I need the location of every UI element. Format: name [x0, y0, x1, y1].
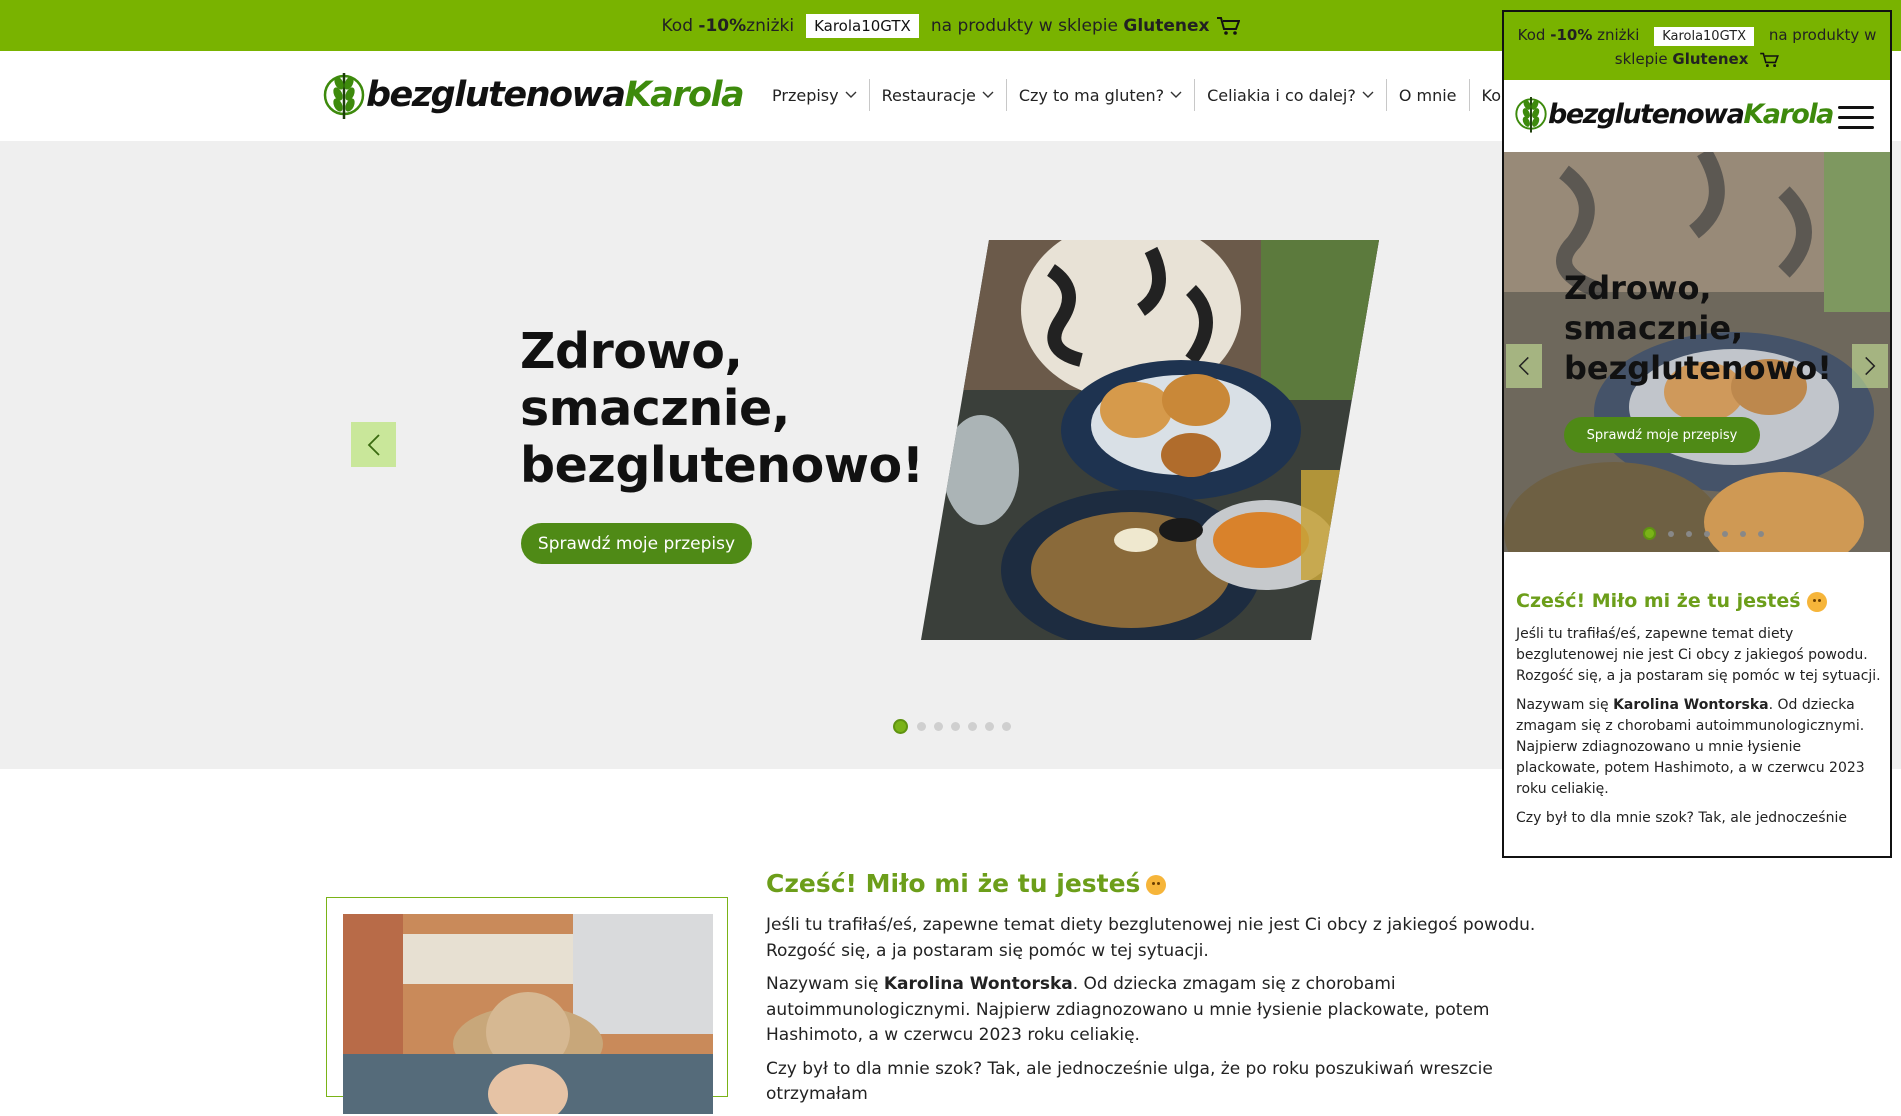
mobile-slider-next-button[interactable]	[1852, 344, 1888, 388]
promo-prefix: Kod	[661, 15, 694, 36]
slider-dot[interactable]	[893, 719, 908, 734]
nav-item-czy-to-ma-gluten[interactable]: Czy to ma gluten?	[1007, 79, 1196, 111]
logo-text: bezglutenowaKarola	[366, 75, 745, 115]
mobile-greeting-title-text: Cześć! Miło mi że tu jesteś	[1516, 590, 1801, 612]
slider-dot[interactable]	[1643, 527, 1656, 540]
slider-dots	[889, 719, 1015, 734]
mobile-promo-store-link[interactable]: Glutenex	[1672, 50, 1748, 68]
nav-label: Czy to ma gluten?	[1018, 85, 1165, 105]
slider-dot[interactable]	[985, 722, 994, 731]
hamburger-menu-icon[interactable]	[1838, 106, 1874, 130]
slider-dot[interactable]	[1686, 530, 1692, 537]
mobile-header: bezglutenowaKarola	[1504, 80, 1890, 152]
smile-emoji-icon	[1806, 591, 1827, 612]
mobile-hero-cta-button[interactable]: Sprawdź moje przepisy	[1564, 417, 1760, 453]
promo-discount: -10%	[698, 15, 747, 36]
mobile-promo-middle: zniżki	[1592, 26, 1640, 44]
nav-label: O mnie	[1398, 85, 1457, 105]
mobile-hero-title-line1: Zdrowo,	[1564, 269, 1712, 307]
nav-item-przepisy[interactable]: Przepisy	[760, 79, 870, 111]
chevron-down-icon	[1170, 91, 1182, 98]
mobile-hero-slider: Zdrowo, smacznie, bezglutenowo! Sprawdź …	[1504, 152, 1890, 552]
mobile-greeting-paragraph-3: Czy był to dla mnie szok? Tak, ale jedno…	[1516, 810, 1847, 826]
nav-label: Przepisy	[772, 85, 839, 105]
chevron-down-icon	[1362, 91, 1374, 98]
hero-title-line3: bezglutenowo!	[520, 437, 924, 494]
chevron-left-icon	[367, 433, 380, 456]
mobile-hero-title: Zdrowo, smacznie, bezglutenowo!	[1564, 268, 1832, 388]
cart-icon[interactable]	[1216, 16, 1240, 36]
greeting-paragraph-3: Czy był to dla mnie szok? Tak, ale jedno…	[766, 1058, 1493, 1105]
slider-prev-button[interactable]	[351, 422, 396, 467]
mobile-promo-discount: -10%	[1550, 26, 1593, 44]
promo-middle: zniżki	[746, 15, 795, 36]
slider-dot[interactable]	[1758, 530, 1764, 537]
author-photo-frame	[326, 897, 728, 1114]
mobile-logo-part1: bezglutenowa	[1548, 98, 1745, 130]
mobile-greeting-paragraph-2: Nazywam się Karolina Wontorska. Od dziec…	[1516, 695, 1882, 800]
slider-dot[interactable]	[1668, 530, 1674, 537]
slider-dot[interactable]	[1704, 530, 1710, 537]
hero-title-line2: smacznie,	[520, 380, 790, 437]
hero-title: Zdrowo, smacznie, bezglutenowo!	[520, 323, 924, 494]
wheat-logo-icon	[323, 73, 365, 119]
chevron-down-icon	[845, 91, 857, 98]
nav-item-celiakia[interactable]: Celiakia i co dalej?	[1195, 79, 1387, 111]
nav-item-o-mnie[interactable]: O mnie	[1387, 79, 1470, 111]
mobile-greeting-title: Cześć! Miło mi że tu jesteś	[1516, 590, 1827, 612]
promo-code[interactable]: Karola10GTX	[806, 13, 919, 38]
cart-icon[interactable]	[1759, 52, 1780, 68]
promo-suffix: na produkty w sklepie	[930, 15, 1118, 36]
author-photo	[343, 914, 713, 1114]
slider-dot[interactable]	[968, 722, 977, 731]
mobile-logo-part2: Karola	[1743, 98, 1834, 130]
mobile-site-logo[interactable]: bezglutenowaKarola	[1514, 90, 1834, 138]
slider-dot[interactable]	[917, 722, 926, 731]
slider-dot[interactable]	[1722, 530, 1728, 537]
slider-dot[interactable]	[1740, 530, 1746, 537]
chevron-right-icon	[1865, 356, 1876, 376]
mobile-hero-title-line2: smacznie,	[1564, 309, 1744, 347]
greeting-text: Jeśli tu trafiłaś/eś, zapewne temat diet…	[766, 913, 1566, 1116]
mobile-slider-dots	[1637, 527, 1770, 540]
mobile-greeting-paragraph-1: Jeśli tu trafiłaś/eś, zapewne temat diet…	[1516, 626, 1881, 684]
mobile-logo-text: bezglutenowaKarola	[1548, 98, 1834, 130]
mobile-greeting-text: Jeśli tu trafiłaś/eś, zapewne temat diet…	[1516, 624, 1882, 837]
promo-store-link[interactable]: Glutenex	[1123, 16, 1209, 36]
mobile-promo-code[interactable]: Karola10GTX	[1654, 27, 1755, 46]
logo-part1: bezglutenowa	[366, 75, 626, 115]
mobile-author-name: Karolina Wontorska	[1613, 697, 1769, 713]
chevron-down-icon	[982, 91, 994, 98]
site-logo[interactable]: bezglutenowaKarola	[322, 65, 745, 125]
hero-title-line1: Zdrowo,	[520, 323, 743, 380]
chevron-left-icon	[1518, 356, 1529, 376]
hero-cta-button[interactable]: Sprawdź moje przepisy	[521, 523, 752, 564]
mobile-promo-bar: Kod -10% zniżki Karola10GTX na produkty …	[1504, 12, 1890, 80]
mobile-hero-title-line3: bezglutenowo!	[1564, 349, 1832, 387]
slider-dot[interactable]	[951, 722, 960, 731]
main-nav: Przepisy Restauracje Czy to ma gluten? C…	[760, 79, 1555, 111]
author-name: Karolina Wontorska	[883, 974, 1073, 994]
nav-label: Restauracje	[881, 85, 976, 105]
nav-item-restauracje[interactable]: Restauracje	[870, 79, 1007, 111]
greeting-title: Cześć! Miło mi że tu jesteś	[766, 869, 1167, 898]
mobile-slider-prev-button[interactable]	[1506, 344, 1542, 388]
nav-label: Celiakia i co dalej?	[1207, 85, 1356, 105]
mobile-preview: Kod -10% zniżki Karola10GTX na produkty …	[1502, 10, 1892, 858]
greeting-p2-prefix: Nazywam się	[766, 974, 884, 994]
greeting-paragraph-1: Jeśli tu trafiłaś/eś, zapewne temat diet…	[766, 915, 1536, 961]
slider-dot[interactable]	[934, 722, 943, 731]
mobile-greeting-p2-prefix: Nazywam się	[1516, 697, 1614, 713]
mobile-promo-prefix: Kod	[1517, 26, 1551, 44]
greeting-title-text: Cześć! Miło mi że tu jesteś	[766, 869, 1141, 898]
greeting-paragraph-2: Nazywam się Karolina Wontorska. Od dziec…	[766, 972, 1566, 1049]
slider-dot[interactable]	[1002, 722, 1011, 731]
smile-emoji-icon	[1146, 875, 1167, 895]
logo-part2: Karola	[624, 75, 745, 115]
wheat-logo-icon	[1515, 97, 1547, 133]
hero-food-photo	[921, 240, 1379, 640]
